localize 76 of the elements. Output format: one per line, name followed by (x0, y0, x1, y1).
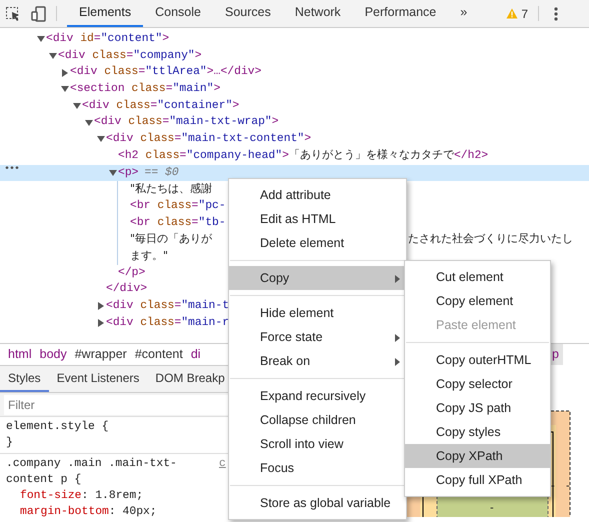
node-text: たされた社会づくりに尽力いたし (408, 231, 573, 248)
menu-item[interactable]: Copy element (405, 289, 550, 313)
menu-item[interactable]: Add attribute (229, 183, 406, 207)
css-declaration: font-size: 1.8rem; (19, 488, 144, 504)
node-markup: <div id="content"> (46, 32, 170, 47)
sidebar-tab[interactable]: Event Listeners (48, 366, 148, 392)
node-markup: <div class="main-r (106, 316, 230, 331)
node-markup: <section class="main"> (70, 82, 220, 98)
node-markup: <br class="pc- (130, 198, 226, 214)
warnings-counter[interactable]: 7 (500, 0, 534, 27)
css-selector: content p { (6, 472, 82, 488)
device-toolbar-icon[interactable] (31, 6, 47, 22)
menu-item[interactable]: Copy XPath (405, 444, 550, 468)
node-text: ます。" (130, 248, 168, 264)
menu-item[interactable]: Force state (229, 325, 406, 349)
breadcrumb-item[interactable]: body (36, 344, 71, 365)
more-options-icon[interactable] (554, 6, 558, 20)
closing-tag: </p> (118, 264, 146, 282)
submenu-arrow-icon (395, 275, 400, 283)
expanded-triangle-icon[interactable] (49, 52, 57, 60)
menu-item[interactable]: Copy JS path (405, 396, 550, 420)
panel-tab[interactable]: Console (143, 0, 213, 27)
menu-item[interactable]: Copy (229, 266, 406, 290)
panel-tab[interactable]: Elements (67, 0, 144, 27)
expanded-triangle-icon[interactable] (109, 168, 117, 177)
submenu-arrow-icon (395, 358, 400, 366)
inspect-icon[interactable] (5, 6, 21, 22)
warning-icon (506, 8, 518, 19)
closing-tag: </div> (106, 281, 148, 298)
menu-item[interactable]: Focus (229, 456, 406, 480)
css-brace: } (6, 436, 13, 451)
node-markup: <br class="tb- (130, 216, 226, 231)
node-markup: <p> (118, 166, 139, 180)
menu-item[interactable]: Scroll into view (229, 432, 406, 456)
expanded-triangle-icon[interactable] (37, 35, 45, 44)
menu-item[interactable]: Delete element (229, 231, 406, 255)
menu-item[interactable]: Cut element (405, 265, 550, 289)
collapsed-triangle-icon[interactable] (97, 319, 105, 328)
menu-item[interactable]: Copy styles (405, 420, 550, 444)
node-markup: <div class="company"> (58, 48, 202, 64)
breadcrumb-item[interactable]: html (4, 344, 36, 365)
source-link[interactable]: c (219, 456, 226, 472)
menu-item[interactable]: Hide element (229, 301, 406, 325)
node-text: "毎日の「ありが (130, 231, 212, 248)
expanded-triangle-icon[interactable] (73, 102, 81, 110)
breadcrumb-item[interactable]: di (186, 344, 205, 365)
node-markup: <div class="ttlArea">…</div> (70, 64, 262, 80)
menu-item[interactable]: Edit as HTML (229, 207, 406, 231)
node-markup: <h2 class="company-head">「ありがとう」を様々なカタチで</h2> (118, 147, 488, 164)
css-declaration: margin-bottom: 40px; (19, 504, 157, 520)
panel-tab[interactable]: Network (282, 0, 353, 27)
breadcrumb-item[interactable]: #content (130, 344, 187, 365)
panel-tab[interactable]: Sources (212, 0, 283, 27)
expanded-triangle-icon[interactable] (61, 85, 69, 94)
menu-item[interactable]: Store as global variable (229, 491, 406, 515)
css-selector: .company .main .main-txt- (6, 456, 177, 472)
breadcrumb-item[interactable]: #wrapper (70, 344, 131, 365)
gutter-dots[interactable]: ••• (4, 162, 20, 178)
css-selector: element.style { (6, 420, 109, 435)
collapsed-triangle-icon[interactable] (61, 68, 69, 77)
collapsed-triangle-icon[interactable] (97, 302, 105, 310)
node-markup: <div class="main-txt-wrap"> (94, 114, 279, 130)
panel-tab[interactable]: Performance (352, 0, 448, 27)
node-markup: <div class="main-t (106, 298, 230, 314)
submenu-arrow-icon (395, 334, 400, 342)
menu-item[interactable]: Copy full XPath (405, 468, 550, 492)
node-text: "私たちは、感謝 (130, 181, 212, 198)
node-markup: <div class="container"> (82, 98, 240, 114)
more-tabs-button[interactable]: » (448, 0, 480, 27)
expanded-triangle-icon[interactable] (85, 118, 93, 127)
expanded-triangle-icon[interactable] (97, 135, 105, 144)
menu-item[interactable]: Copy outerHTML (405, 348, 550, 372)
menu-item[interactable]: Copy selector (405, 372, 550, 396)
selected-node-row[interactable]: ••• <p> == $0 (0, 164, 589, 182)
node-markup: <div class="main-txt-content"> (106, 132, 312, 148)
node-reference: == $0 (144, 166, 179, 180)
